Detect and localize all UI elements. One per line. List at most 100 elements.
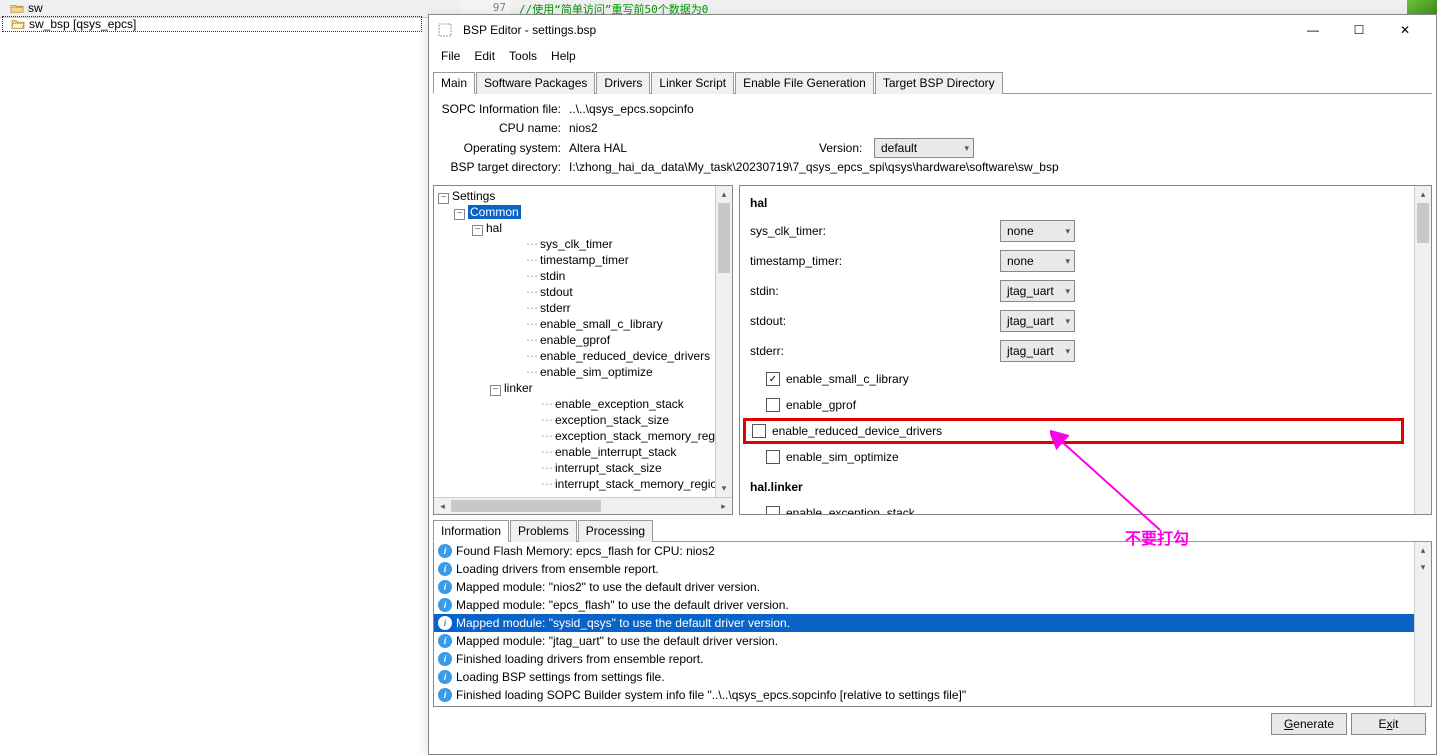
maximize-button[interactable]: ☐ [1336, 15, 1382, 45]
project-tree-item[interactable]: sw [2, 0, 422, 16]
project-tree: sw sw_bsp [qsys_epcs] [2, 0, 422, 32]
checkbox[interactable] [766, 506, 780, 514]
log-row[interactable]: iFinished loading SOPC Builder system in… [434, 686, 1414, 704]
property-value: none [1007, 224, 1034, 238]
tab-drivers[interactable]: Drivers [596, 72, 650, 94]
app-icon [437, 22, 453, 38]
generate-button[interactable]: Generate [1271, 713, 1347, 735]
log-row[interactable]: i Mapped module: "nios2" to use the defau… [434, 578, 1414, 596]
property-select[interactable]: none [1000, 250, 1075, 272]
exit-button[interactable]: Exit [1351, 713, 1426, 735]
property-label: stdout: [750, 314, 1000, 328]
cpu-label: CPU name: [439, 119, 569, 138]
vertical-scrollbar[interactable]: ▴ ▾ [715, 186, 732, 497]
tree-leaf[interactable]: ⋯enable_small_c_library [436, 316, 713, 332]
log-message: Finished loading SOPC Builder system inf… [456, 688, 966, 702]
version-select[interactable]: default [874, 138, 974, 158]
menu-file[interactable]: File [435, 47, 466, 65]
tree-leaf[interactable]: ⋯exception_stack_memory_region_… [436, 428, 713, 444]
menu-edit[interactable]: Edit [468, 47, 501, 65]
tree-leaf[interactable]: ⋯enable_interrupt_stack [436, 444, 713, 460]
tree-leaf[interactable]: ⋯enable_exception_stack [436, 396, 713, 412]
tab-target-bsp-directory[interactable]: Target BSP Directory [875, 72, 1003, 94]
vertical-scrollbar[interactable]: ▴ ▾ [1414, 542, 1431, 706]
log-row[interactable]: iFound Flash Memory: epcs_flash for CPU:… [434, 542, 1414, 560]
info-icon: i [438, 580, 452, 594]
log-row[interactable]: iMapped module: "epcs_flash" to use the … [434, 596, 1414, 614]
collapse-icon[interactable]: − [438, 193, 449, 204]
bsp-editor-window: BSP Editor - settings.bsp — ☐ ✕ File Edi… [428, 14, 1437, 755]
info-icon: i [438, 562, 452, 576]
folder-icon [10, 2, 24, 14]
tree-leaf[interactable]: ⋯enable_sim_optimize [436, 364, 713, 380]
collapse-icon[interactable]: − [454, 209, 465, 220]
checkbox-label: enable_exception_stack [786, 506, 915, 514]
tab-information[interactable]: Information [433, 520, 509, 542]
property-label: stdin: [750, 284, 1000, 298]
property-label: timestamp_timer: [750, 254, 1000, 268]
log-row[interactable]: iMapped module: "jtag_uart" to use the d… [434, 632, 1414, 650]
menu-help[interactable]: Help [545, 47, 582, 65]
vertical-scrollbar[interactable]: ▴ ▾ [1414, 186, 1431, 514]
tree-node-hal[interactable]: −hal [436, 220, 713, 236]
tree-leaf[interactable]: ⋯enable_reduced_device_drivers [436, 348, 713, 364]
horizontal-scrollbar[interactable]: ◂ ▸ [434, 497, 732, 514]
project-tree-label: sw [28, 1, 43, 15]
tree-node-settings[interactable]: −Settings [436, 188, 713, 204]
tree-connector-icon: ⋯ [526, 300, 540, 316]
log-content[interactable]: iFound Flash Memory: epcs_flash for CPU:… [434, 542, 1414, 706]
tree-leaf[interactable]: ⋯timestamp_timer [436, 252, 713, 268]
tab-software-packages[interactable]: Software Packages [476, 72, 595, 94]
tree-leaf[interactable]: ⋯interrupt_stack_memory_region_n… [436, 476, 713, 492]
tree-leaf[interactable]: ⋯stderr [436, 300, 713, 316]
collapse-icon[interactable]: − [472, 225, 483, 236]
tree-leaf[interactable]: ⋯interrupt_stack_size [436, 460, 713, 476]
tab-linker-script[interactable]: Linker Script [651, 72, 734, 94]
title-bar[interactable]: BSP Editor - settings.bsp — ☐ ✕ [429, 15, 1436, 45]
checkbox[interactable] [752, 424, 766, 438]
project-tree-item-selected[interactable]: sw_bsp [qsys_epcs] [2, 16, 422, 32]
main-tab-bar: Main Software Packages Drivers Linker Sc… [433, 71, 1432, 94]
tree-leaf[interactable]: ⋯sys_clk_timer [436, 236, 713, 252]
minimize-button[interactable]: — [1290, 15, 1336, 45]
tab-enable-file-generation[interactable]: Enable File Generation [735, 72, 874, 94]
property-select[interactable]: jtag_uart [1000, 280, 1075, 302]
checkbox[interactable] [766, 398, 780, 412]
log-message: Mapped module: "nios2" to use the defaul… [456, 580, 760, 594]
log-row[interactable]: iLoading BSP settings from settings file… [434, 668, 1414, 686]
os-label: Operating system: [439, 139, 569, 158]
log-row[interactable]: iFinished loading drivers from ensemble … [434, 650, 1414, 668]
info-icon: i [438, 598, 452, 612]
property-label: stderr: [750, 344, 1000, 358]
property-select[interactable]: jtag_uart [1000, 310, 1075, 332]
os-value: Altera HAL [569, 139, 819, 158]
property-checkbox-row: enable_sim_optimize [750, 444, 1404, 470]
checkbox-label: enable_reduced_device_drivers [772, 424, 942, 438]
settings-tree[interactable]: −Settings −Common −hal ⋯sys_clk_timer⋯ti… [434, 186, 715, 497]
sopc-value: ..\..\qsys_epcs.sopcinfo [569, 100, 694, 119]
checkbox[interactable] [766, 372, 780, 386]
tree-leaf[interactable]: ⋯enable_gprof [436, 332, 713, 348]
tab-processing[interactable]: Processing [578, 520, 653, 542]
tree-label-selected: Common [468, 205, 521, 219]
log-row[interactable]: iMapped module: "sysid_qsys" to use the … [434, 614, 1414, 632]
checkbox[interactable] [766, 450, 780, 464]
tree-leaf[interactable]: ⋯exception_stack_size [436, 412, 713, 428]
footer: Generate Exit [429, 707, 1436, 741]
menu-tools[interactable]: Tools [503, 47, 543, 65]
log-row[interactable]: iLoading drivers from ensemble report. [434, 560, 1414, 578]
tab-problems[interactable]: Problems [510, 520, 577, 542]
tree-node-linker[interactable]: −linker [436, 380, 713, 396]
close-button[interactable]: ✕ [1382, 15, 1428, 45]
collapse-icon[interactable]: − [490, 385, 501, 396]
tree-connector-icon: ⋯ [526, 316, 540, 332]
tree-node-common[interactable]: −Common [436, 204, 713, 220]
property-select[interactable]: jtag_uart [1000, 340, 1075, 362]
property-row: stdin:jtag_uart [750, 276, 1404, 306]
project-tree-label: sw_bsp [qsys_epcs] [29, 17, 136, 31]
property-select[interactable]: none [1000, 220, 1075, 242]
tree-leaf[interactable]: ⋯stdout [436, 284, 713, 300]
tab-main[interactable]: Main [433, 72, 475, 94]
tree-label: linker [504, 381, 533, 395]
tree-leaf[interactable]: ⋯stdin [436, 268, 713, 284]
